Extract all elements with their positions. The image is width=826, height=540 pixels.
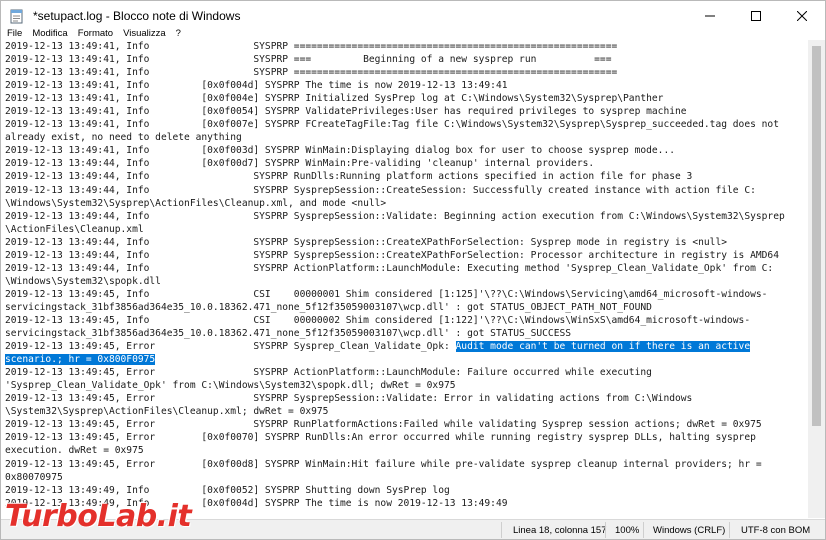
status-separator bbox=[643, 522, 644, 538]
window-title: *setupact.log - Blocco note di Windows bbox=[33, 9, 241, 23]
status-line-endings: Windows (CRLF) bbox=[653, 525, 726, 536]
text-line[interactable]: 2019-12-13 13:49:44, Info SYSPRP Sysprep… bbox=[5, 210, 805, 223]
text-line[interactable]: \ActionFiles\Cleanup.xml bbox=[5, 223, 805, 236]
text-line-content: 2019-12-13 13:49:44, Info SYSPRP ActionP… bbox=[5, 262, 774, 274]
menu-bar: File Modifica Formato Visualizza ? bbox=[1, 25, 825, 41]
text-line-content: servicingstack_31bf3856ad364e35_10.0.183… bbox=[5, 328, 572, 340]
status-zoom: 100% bbox=[615, 525, 640, 536]
text-line-content: 2019-12-13 13:49:41, Info [0x0f0054] SYS… bbox=[5, 106, 687, 118]
text-line-content: 2019-12-13 13:49:44, Info SYSPRP Sysprep… bbox=[5, 249, 779, 261]
selected-text: scenario.; hr = 0x800F0975 bbox=[5, 354, 156, 366]
text-line[interactable]: 2019-12-13 13:49:45, Error SYSPRP RunPla… bbox=[5, 418, 805, 431]
text-line-content: 2019-12-13 13:49:45, Error SYSPRP Syspre… bbox=[5, 341, 456, 353]
text-line-content: 2019-12-13 13:49:45, Error SYSPRP RunPla… bbox=[5, 419, 762, 431]
vertical-scrollbar[interactable] bbox=[808, 40, 825, 518]
text-line[interactable]: 2019-12-13 13:49:41, Info [0x0f003d] SYS… bbox=[5, 144, 805, 157]
text-line-content: \System32\Sysprep\ActionFiles\Cleanup.xm… bbox=[5, 406, 329, 418]
menu-formato[interactable]: Formato bbox=[78, 28, 113, 39]
menu-visualizza[interactable]: Visualizza bbox=[123, 28, 166, 39]
status-encoding: UTF-8 con BOM bbox=[741, 525, 811, 536]
status-separator bbox=[501, 522, 502, 538]
text-line[interactable]: 2019-12-13 13:49:45, Error SYSPRP Syspre… bbox=[5, 340, 805, 353]
text-line-content: 2019-12-13 13:49:41, Info SYSPRP === Beg… bbox=[5, 54, 612, 66]
menu-help[interactable]: ? bbox=[176, 28, 181, 39]
text-line[interactable]: 2019-12-13 13:49:41, Info SYSPRP === Beg… bbox=[5, 53, 805, 66]
text-line[interactable]: 2019-12-13 13:49:45, Info CSI 00000002 S… bbox=[5, 314, 805, 327]
text-line[interactable]: 2019-12-13 13:49:45, Error SYSPRP Action… bbox=[5, 366, 805, 379]
text-line-content: 2019-12-13 13:49:41, Info [0x0f003d] SYS… bbox=[5, 145, 676, 157]
text-line-content: 2019-12-13 13:49:45, Error [0x0f0070] SY… bbox=[5, 432, 756, 444]
text-line[interactable]: 2019-12-13 13:49:44, Info SYSPRP Sysprep… bbox=[5, 236, 805, 249]
text-line-content: 2019-12-13 13:49:41, Info [0x0f004e] SYS… bbox=[5, 93, 664, 105]
text-line[interactable]: \Windows\System32\Sysprep\ActionFiles\Cl… bbox=[5, 197, 805, 210]
text-line[interactable]: execution. dwRet = 0x975 bbox=[5, 444, 805, 457]
notepad-icon bbox=[9, 8, 25, 24]
text-line-content: 2019-12-13 13:49:49, Info [0x0f0052] SYS… bbox=[5, 484, 450, 496]
text-line-content: 2019-12-13 13:49:41, Info [0x0f004d] SYS… bbox=[5, 80, 508, 92]
text-line-content: 2019-12-13 13:49:45, Error SYSPRP Action… bbox=[5, 367, 652, 379]
text-line[interactable]: 2019-12-13 13:49:41, Info [0x0f007e] SYS… bbox=[5, 118, 805, 131]
text-line[interactable]: 0x80070975 bbox=[5, 471, 805, 484]
text-line[interactable]: scenario.; hr = 0x800F0975 bbox=[5, 353, 805, 366]
text-line[interactable]: 2019-12-13 13:49:41, Info [0x0f004d] SYS… bbox=[5, 79, 805, 92]
text-line[interactable]: 2019-12-13 13:49:41, Info [0x0f0054] SYS… bbox=[5, 105, 805, 118]
text-line-content: \ActionFiles\Cleanup.xml bbox=[5, 223, 144, 235]
text-line-content: 2019-12-13 13:49:41, Info [0x0f007e] SYS… bbox=[5, 119, 779, 131]
text-line-content: 2019-12-13 13:49:45, Info CSI 00000001 S… bbox=[5, 288, 768, 300]
minimize-icon bbox=[705, 15, 715, 17]
text-line[interactable]: 2019-12-13 13:49:45, Error SYSPRP Syspre… bbox=[5, 392, 805, 405]
text-line-content: 2019-12-13 13:49:45, Error [0x0f00d8] SY… bbox=[5, 458, 762, 470]
text-line[interactable]: 2019-12-13 13:49:44, Info SYSPRP ActionP… bbox=[5, 262, 805, 275]
text-line[interactable]: already exist, no need to delete anythin… bbox=[5, 131, 805, 144]
text-line[interactable]: \System32\Sysprep\ActionFiles\Cleanup.xm… bbox=[5, 405, 805, 418]
status-position: Linea 18, colonna 157 bbox=[513, 525, 607, 536]
text-line[interactable]: 2019-12-13 13:49:49, Info [0x0f0052] SYS… bbox=[5, 484, 805, 497]
text-line-content: 2019-12-13 13:49:44, Info SYSPRP RunDlls… bbox=[5, 171, 693, 183]
text-line-content: 2019-12-13 13:49:44, Info SYSPRP Sysprep… bbox=[5, 184, 756, 196]
text-line[interactable]: 2019-12-13 13:49:41, Info [0x0f004e] SYS… bbox=[5, 92, 805, 105]
text-line[interactable]: 2019-12-13 13:49:44, Info SYSPRP RunDlls… bbox=[5, 170, 805, 183]
notepad-window: *setupact.log - Blocco note di Windows F… bbox=[0, 0, 826, 540]
text-line[interactable]: servicingstack_31bf3856ad364e35_10.0.183… bbox=[5, 301, 805, 314]
turbolab-watermark: TurboLab.it bbox=[5, 499, 192, 534]
status-separator bbox=[729, 522, 730, 538]
text-line[interactable]: 2019-12-13 13:49:45, Error [0x0f00d8] SY… bbox=[5, 458, 805, 471]
status-separator bbox=[605, 522, 606, 538]
text-line[interactable]: 2019-12-13 13:49:44, Info [0x0f00d7] SYS… bbox=[5, 157, 805, 170]
text-line[interactable]: 'Sysprep_Clean_Validate_Opk' from C:\Win… bbox=[5, 379, 805, 392]
text-line-content: \Windows\System32\Sysprep\ActionFiles\Cl… bbox=[5, 197, 387, 209]
text-line[interactable]: 2019-12-13 13:49:44, Info SYSPRP Sysprep… bbox=[5, 249, 805, 262]
text-line-content: 2019-12-13 13:49:41, Info SYSPRP =======… bbox=[5, 67, 618, 79]
text-line[interactable]: \Windows\System32\spopk.dll bbox=[5, 275, 805, 288]
text-line-content: 'Sysprep_Clean_Validate_Opk' from C:\Win… bbox=[5, 380, 456, 392]
text-line-content: \Windows\System32\spopk.dll bbox=[5, 275, 161, 287]
text-line[interactable]: 2019-12-13 13:49:44, Info SYSPRP Sysprep… bbox=[5, 184, 805, 197]
text-line-content: 2019-12-13 13:49:44, Info [0x0f00d7] SYS… bbox=[5, 158, 595, 170]
close-icon bbox=[797, 11, 807, 21]
text-line-content: 2019-12-13 13:49:44, Info SYSPRP Sysprep… bbox=[5, 236, 727, 248]
text-line[interactable]: 2019-12-13 13:49:45, Info CSI 00000001 S… bbox=[5, 288, 805, 301]
text-editor[interactable]: 2019-12-13 13:49:41, Info SYSPRP =======… bbox=[5, 40, 805, 518]
text-line-content: servicingstack_31bf3856ad364e35_10.0.183… bbox=[5, 301, 652, 313]
text-line[interactable]: servicingstack_31bf3856ad364e35_10.0.183… bbox=[5, 327, 805, 340]
menu-modifica[interactable]: Modifica bbox=[32, 28, 67, 39]
text-line[interactable]: 2019-12-13 13:49:45, Error [0x0f0070] SY… bbox=[5, 431, 805, 444]
text-line-content: 0x80070975 bbox=[5, 471, 63, 483]
scrollbar-thumb[interactable] bbox=[812, 46, 821, 426]
text-line[interactable]: 2019-12-13 13:49:41, Info SYSPRP =======… bbox=[5, 40, 805, 53]
maximize-icon bbox=[751, 11, 761, 21]
text-line-content: execution. dwRet = 0x975 bbox=[5, 445, 144, 457]
text-line-content: already exist, no need to delete anythin… bbox=[5, 132, 242, 144]
text-line[interactable]: 2019-12-13 13:49:41, Info SYSPRP =======… bbox=[5, 66, 805, 79]
text-line-content: 2019-12-13 13:49:44, Info SYSPRP Sysprep… bbox=[5, 210, 785, 222]
text-line-content: 2019-12-13 13:49:45, Info CSI 00000002 S… bbox=[5, 314, 751, 326]
selected-text: Audit mode can't be turned on if there i… bbox=[455, 341, 751, 353]
text-line-content: 2019-12-13 13:49:45, Error SYSPRP Syspre… bbox=[5, 393, 693, 405]
menu-file[interactable]: File bbox=[7, 28, 22, 39]
text-line-content: 2019-12-13 13:49:41, Info SYSPRP =======… bbox=[5, 41, 618, 52]
